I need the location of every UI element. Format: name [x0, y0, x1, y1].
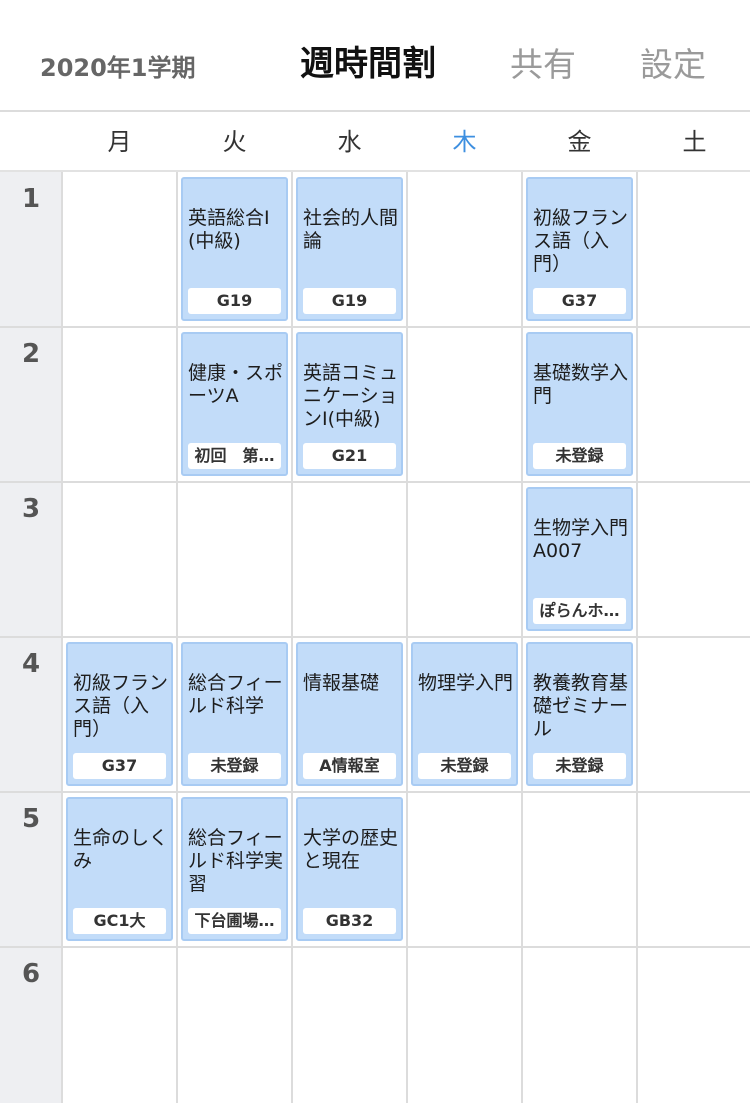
course-name: 物理学入門 — [418, 672, 514, 694]
timetable-slot[interactable] — [637, 947, 750, 1100]
course-card[interactable]: 物理学入門 未登録 — [411, 642, 518, 786]
period-number: 3 — [21, 494, 41, 524]
course-card[interactable]: 生物学入門A007 ぽらんホ… — [526, 487, 633, 631]
course-card[interactable]: 総合フィールド科学実習下台圃場… — [181, 797, 288, 941]
course-name: 生物学入門A007 — [533, 517, 629, 562]
period-number: 4 — [21, 649, 41, 679]
room-label: G37 — [73, 753, 166, 779]
weekday-label: 土 — [682, 128, 707, 156]
course-card[interactable]: 社会的人間論 G19 — [296, 177, 403, 321]
course-name: 健康・スポーツA — [188, 362, 284, 407]
course-name: 情報基礎 — [303, 672, 380, 694]
timetable-slot[interactable] — [637, 327, 750, 480]
course-name: 生命のしくみ — [73, 827, 169, 872]
timetable-grid: 1 2 3 4 5 6 英語総合I(中級) G19 社会的人間論 G19 初級フランス語（入門） G3… — [0, 172, 750, 1103]
course-name: 初級フランス語（入門） — [73, 672, 169, 740]
course-card[interactable]: 総合フィールド科学未登録 — [181, 642, 288, 786]
timetable-slot[interactable] — [522, 792, 635, 945]
timetable-slot[interactable] — [292, 947, 405, 1100]
room-label: ぽらんホ… — [533, 598, 626, 624]
course-name: 教養教育基礎ゼミナール — [533, 672, 629, 740]
timetable-slot[interactable] — [62, 172, 175, 325]
period-number: 6 — [21, 959, 41, 989]
course-name: 総合フィールド科学実習 — [188, 827, 284, 895]
timetable-slot[interactable] — [62, 327, 175, 480]
timetable-slot[interactable] — [177, 947, 290, 1100]
period-number: 5 — [21, 804, 41, 834]
room-label: 未登録 — [533, 753, 626, 779]
room-label: GC1大 — [73, 908, 166, 934]
timetable-slot[interactable] — [522, 947, 635, 1100]
course-card[interactable]: 基礎数学入門 未登録 — [526, 332, 633, 476]
timetable-slot[interactable] — [177, 482, 290, 635]
course-name: 社会的人間論 — [303, 207, 399, 252]
room-label: 下台圃場… — [188, 908, 281, 934]
course-card[interactable]: 情報基礎 A情報室 — [296, 642, 403, 786]
period-number: 1 — [21, 184, 41, 214]
weekday-label: 月 — [107, 128, 132, 156]
weekday-label: 火 — [222, 128, 247, 156]
room-label: G19 — [188, 288, 281, 314]
timetable-slot[interactable] — [62, 482, 175, 635]
course-card[interactable]: 生命のしくみ GC1大 — [66, 797, 173, 941]
course-card[interactable]: 大学の歴史と現在 GB32 — [296, 797, 403, 941]
room-label: G21 — [303, 443, 396, 469]
term-selector[interactable]: 2020年1学期 — [40, 48, 196, 83]
timetable-slot[interactable] — [407, 482, 520, 635]
room-label: G19 — [303, 288, 396, 314]
page-title: 週時間割 — [300, 44, 436, 84]
app-header: 2020年1学期 週時間割 共有 設定 — [0, 0, 750, 112]
course-name: 大学の歴史と現在 — [303, 827, 399, 872]
course-card[interactable]: 英語コミュニケーションI(中級) G21 — [296, 332, 403, 476]
timetable-slot[interactable] — [407, 792, 520, 945]
settings-button[interactable]: 設定 — [640, 38, 706, 86]
timetable-slot[interactable] — [637, 482, 750, 635]
course-card[interactable]: 教養教育基礎ゼミナール未登録 — [526, 642, 633, 786]
share-button[interactable]: 共有 — [510, 38, 576, 86]
timetable-slot[interactable] — [637, 792, 750, 945]
room-label: 未登録 — [418, 753, 511, 779]
weekday-header: 月火水木金土 — [0, 112, 750, 172]
course-card[interactable]: 英語総合I(中級) G19 — [181, 177, 288, 321]
period-number: 2 — [21, 339, 41, 369]
timetable-slot[interactable] — [637, 637, 750, 790]
course-card[interactable]: 健康・スポーツA 初回 第… — [181, 332, 288, 476]
timetable-slot[interactable] — [407, 327, 520, 480]
course-name: 総合フィールド科学 — [188, 672, 283, 717]
course-name: 英語総合I(中級) — [188, 207, 270, 252]
weekday-label: 水 — [337, 128, 362, 156]
weekday-label: 金 — [567, 128, 592, 156]
room-label: GB32 — [303, 908, 396, 934]
room-label: 未登録 — [533, 443, 626, 469]
timetable-slot[interactable] — [292, 482, 405, 635]
room-label: A情報室 — [303, 753, 396, 779]
course-name: 初級フランス語（入門） — [533, 207, 629, 275]
room-label: 初回 第… — [188, 443, 281, 469]
room-label: 未登録 — [188, 753, 281, 779]
timetable-slot[interactable] — [407, 172, 520, 325]
timetable-slot[interactable] — [62, 947, 175, 1100]
timetable-slot[interactable] — [637, 172, 750, 325]
course-name: 基礎数学入門 — [533, 362, 629, 407]
weekday-label: 木 — [452, 128, 477, 156]
course-name: 英語コミュニケーションI(中級) — [303, 362, 399, 430]
course-card[interactable]: 初級フランス語（入門） G37 — [526, 177, 633, 321]
timetable-slot[interactable] — [407, 947, 520, 1100]
room-label: G37 — [533, 288, 626, 314]
course-card[interactable]: 初級フランス語（入門） G37 — [66, 642, 173, 786]
